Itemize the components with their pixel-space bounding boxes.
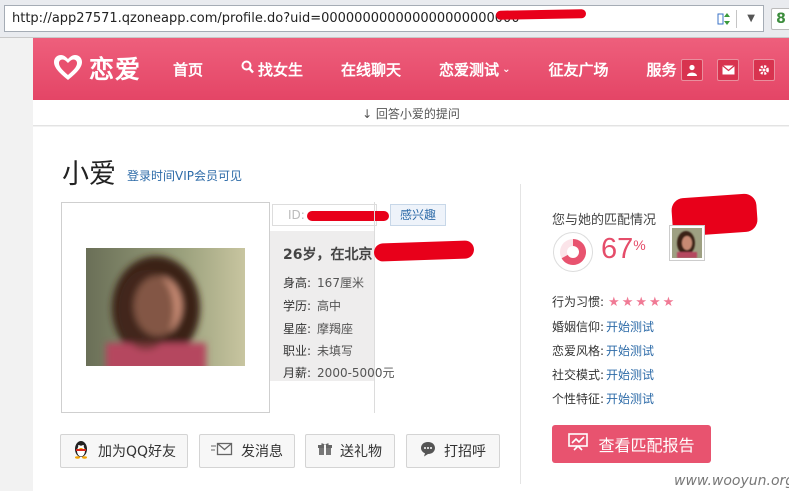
redaction-mark [373,240,475,262]
detail-key: 职业: [283,344,312,358]
column-divider [520,184,521,484]
behavior-label: 行为习惯: [552,295,605,309]
nav-love-test[interactable]: 恋爱测试 ⌄ [439,59,510,80]
nav-home[interactable]: 首页 [173,59,203,80]
match-percent-number: 67 [601,233,634,265]
user-id-label: ID: [288,208,305,222]
main-nav: 首页 找女生 在线聊天 恋爱测试 ⌄ 征友广场 服务 [173,38,714,100]
detail-key: 身高: [283,276,312,290]
nav-home-label: 首页 [173,60,204,79]
detail-value: 167厘米 [317,276,364,290]
send-message-button[interactable]: 发消息 [199,434,295,468]
question-bar[interactable]: ↓ 回答小爱的提问 [33,100,789,126]
watermark: www.wooyun.org [674,473,789,489]
trait-key: 社交模式: [552,368,605,382]
vip-hint-link[interactable]: 登录时间VIP会员可见 [127,167,242,184]
user-icon[interactable] [681,59,703,81]
extension-icon[interactable]: 8 [771,8,789,30]
send-gift-label: 送礼物 [340,444,382,460]
detail-education: 学历: 高中 [283,297,341,314]
search-icon [241,60,254,78]
profile-photo[interactable] [86,248,245,366]
view-match-report-button[interactable]: 查看匹配报告 [552,425,711,463]
trait-row-love-style: 恋爱风格: 开始测试 [552,342,654,359]
nav-find-girls[interactable]: 找女生 [241,59,303,80]
logo-text: 恋爱 [89,55,142,84]
send-message-label: 发消息 [241,444,283,460]
detail-value: 摩羯座 [317,322,354,336]
detail-value: 高中 [317,299,342,313]
redaction-mark [307,211,389,221]
add-qq-friend-label: 加为QQ好友 [97,444,177,460]
gift-icon [318,442,332,460]
match-percentage: 67% [601,233,646,266]
match-percent-sign: % [633,237,646,253]
start-test-link[interactable]: 开始测试 [606,320,654,334]
greet-button[interactable]: 打招呼 [406,434,500,468]
star-rating-icon: ★★★★★ [608,295,677,310]
greet-label: 打招呼 [444,444,486,460]
nav-services[interactable]: 服务 [646,59,676,80]
site-logo[interactable]: 恋爱 [53,51,141,85]
qq-penguin-icon [72,439,90,463]
age-location: 26岁，在北京 [283,247,373,263]
browser-address-bar: http://app27571.qzoneapp.com/profile.do?… [0,0,789,38]
interested-button[interactable]: 感兴趣 [390,204,446,226]
nav-find-girls-label: 找女生 [258,60,304,79]
nav-online-chat[interactable]: 在线聊天 [341,59,401,80]
profile-name: 小爱 [62,159,116,190]
chevron-down-icon[interactable]: ▼ [747,13,755,24]
redaction-mark [495,9,587,20]
url-input[interactable]: http://app27571.qzoneapp.com/profile.do?… [4,5,764,32]
add-qq-friend-button[interactable]: 加为QQ好友 [60,434,188,468]
trait-key: 恋爱风格: [552,344,605,358]
nav-online-chat-label: 在线聊天 [341,60,402,79]
view-match-report-label: 查看匹配报告 [598,436,695,455]
detail-height: 身高: 167厘米 [283,274,364,291]
address-separator [736,10,737,28]
detail-key: 月薪: [283,366,312,380]
detail-value: 未填写 [317,344,354,358]
report-chart-icon [568,433,589,455]
start-test-link[interactable]: 开始测试 [606,368,654,382]
url-text: http://app27571.qzoneapp.com/profile.do?… [12,11,520,26]
send-gift-button[interactable]: 送礼物 [305,434,395,468]
profile-main: 小爱 登录时间VIP会员可见 ID: 感兴趣 26岁，在北京 身高: 167厘米… [33,127,789,491]
trait-row-marriage: 婚姻信仰: 开始测试 [552,318,654,335]
question-bar-text: ↓ 回答小爱的提问 [362,107,460,121]
info-divider [374,202,375,413]
heart-logo-icon [54,55,82,80]
match-ring-icon [553,232,593,272]
mail-icon[interactable] [717,59,739,81]
detail-zodiac: 星座: 摩羯座 [283,320,353,337]
trait-row-social: 社交模式: 开始测试 [552,366,654,383]
match-label: 您与她的匹配情况 [552,213,657,228]
start-test-link[interactable]: 开始测试 [606,392,654,406]
avatar[interactable] [669,225,705,261]
site-header: 恋爱 首页 找女生 在线聊天 恋爱测试 ⌄ 征友广场 服务 [33,38,789,100]
gear-icon[interactable] [753,59,775,81]
chevron-down-icon: ⌄ [502,63,511,75]
envelope-icon [211,442,233,460]
detail-value: 2000-5000元 [317,366,395,380]
nav-love-test-label: 恋爱测试 [439,60,500,79]
nav-services-label: 服务 [646,60,677,79]
profile-photo-frame [61,202,270,413]
start-test-link[interactable]: 开始测试 [606,344,654,358]
detail-occupation: 职业: 未填写 [283,342,353,359]
detail-key: 学历: [283,299,312,313]
compatibility-view-icon[interactable] [717,11,733,27]
trait-key: 个性特征: [552,392,605,406]
trait-key: 婚姻信仰: [552,320,605,334]
detail-key: 星座: [283,322,312,336]
nav-friend-square-label: 征友广场 [548,60,609,79]
behavior-habits-row: 行为习惯: ★★★★★ [552,293,676,310]
detail-salary: 月薪: 2000-5000元 [283,364,394,381]
trait-row-personality: 个性特征: 开始测试 [552,390,654,407]
nav-friend-square[interactable]: 征友广场 [548,59,608,80]
chat-bubble-icon [420,441,436,461]
